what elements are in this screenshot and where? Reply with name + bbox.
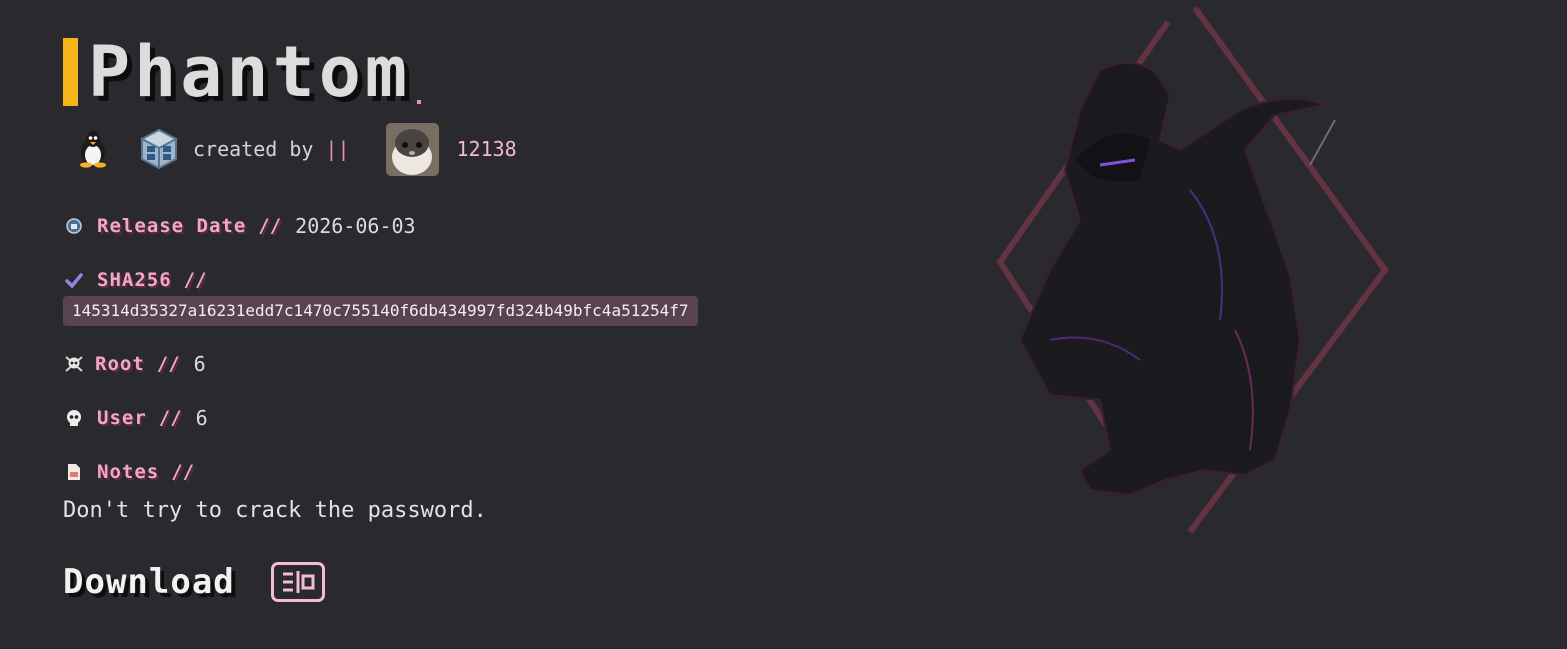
notes-sep: // — [171, 461, 195, 483]
notes-field: Notes // — [63, 457, 194, 487]
page-title: Phantom — [88, 31, 412, 113]
note-icon — [63, 461, 85, 483]
download-button[interactable] — [270, 562, 325, 602]
title-dot — [417, 100, 422, 104]
sha256-field: SHA256 // — [63, 265, 207, 295]
linux-tux-icon — [75, 129, 111, 169]
ninja-illustration — [996, 6, 1389, 534]
title-row: Phantom — [63, 31, 422, 113]
notes-text: Don't try to crack the password. — [63, 498, 487, 523]
root-label: Root — [95, 353, 145, 375]
release-date-label: Release Date — [97, 215, 247, 237]
meta-row: created by || 12138 — [75, 122, 517, 176]
view-count: 12138 — [456, 137, 517, 161]
sha256-label: SHA256 — [97, 269, 172, 291]
notes-label: Notes — [97, 461, 160, 483]
sha256-sep: // — [183, 269, 207, 291]
release-date-sep: // — [258, 215, 282, 237]
download-heading: Download — [63, 562, 235, 602]
release-date-field: Release Date // 2026-06-03 — [63, 211, 416, 241]
user-label: User — [97, 407, 147, 429]
hamster-avatar[interactable] — [385, 122, 439, 176]
check-icon — [63, 269, 85, 291]
title-accent-bar — [63, 38, 78, 106]
root-sep: // — [156, 353, 180, 375]
virtualbox-icon — [139, 128, 179, 170]
skull-crossbones-icon — [63, 353, 85, 375]
root-field: Root // 6 — [63, 349, 206, 379]
skull-icon — [63, 407, 85, 429]
calendar-icon — [63, 215, 85, 237]
sha256-value[interactable]: 145314d35327a16231edd7c1470c755140f6db43… — [63, 296, 698, 326]
root-value: 6 — [193, 352, 206, 376]
download-icon — [282, 571, 315, 593]
release-date-value: 2026-06-03 — [295, 214, 416, 238]
user-value: 6 — [195, 406, 208, 430]
creator-separator[interactable]: || — [325, 137, 349, 161]
user-sep: // — [158, 407, 182, 429]
created-by-label: created by — [193, 137, 314, 161]
download-section: Download — [63, 562, 325, 602]
user-field: User // 6 — [63, 403, 208, 433]
